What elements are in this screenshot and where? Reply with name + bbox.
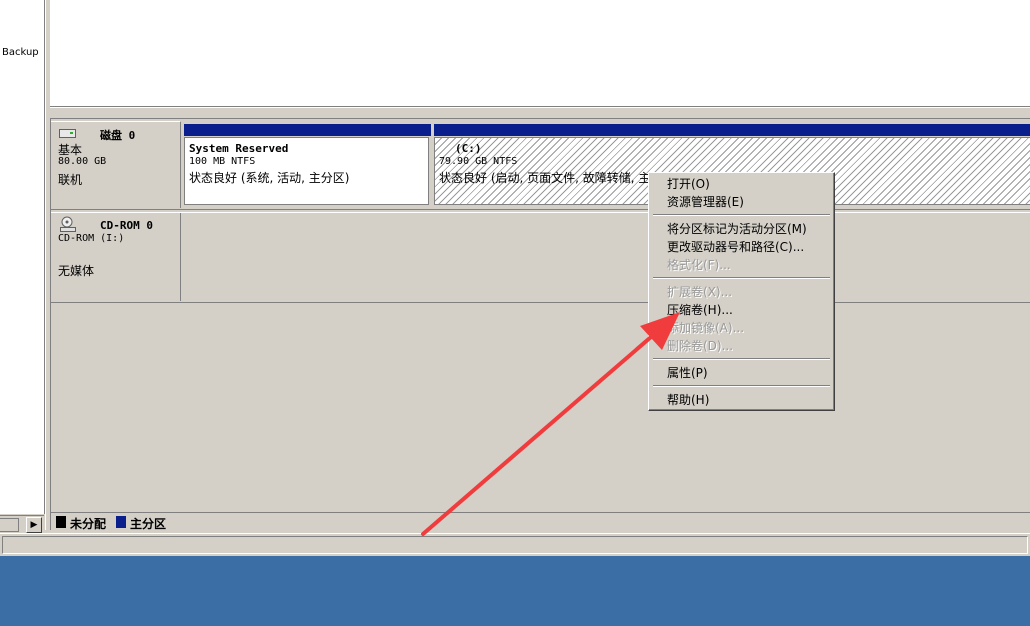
legend-unallocated-swatch xyxy=(56,516,66,528)
legend-primary-swatch xyxy=(116,516,126,528)
partition-status: 状态良好 (启动, 页面文件, 故障转储, 主分区) xyxy=(439,171,680,185)
partition-name: System Reserved xyxy=(189,142,289,155)
disk-0-label[interactable]: 磁盘 0 基本 80.00 GB 联机 xyxy=(51,121,181,208)
menu-item-delete-volume: 删除卷(D)... xyxy=(667,339,734,353)
menu-item-open[interactable]: 打开(O) xyxy=(667,176,710,193)
context-menu: 打开(O) 资源管理器(E) 将分区标记为活动分区(M) 更改驱动器号和路径(C… xyxy=(648,172,835,411)
cdrom-0-drive: CD-ROM (I:) xyxy=(58,233,125,244)
menu-separator xyxy=(653,277,830,279)
partition-status: 状态良好 (系统, 活动, 主分区) xyxy=(189,171,350,185)
cdrom-0-name: CD-ROM 0 xyxy=(100,219,153,232)
partition-fs: 79.90 GB NTFS xyxy=(439,156,518,167)
legend-unallocated-label: 未分配 xyxy=(70,517,107,531)
menu-item-extend-volume: 扩展卷(X)... xyxy=(667,285,733,299)
partition-system-reserved[interactable]: System Reserved 100 MB NTFS 状态良好 (系统, 活动… xyxy=(184,124,431,205)
menu-item-change-drive-letter[interactable]: 更改驱动器号和路径(C)... xyxy=(667,239,804,256)
tree-item-backup[interactable]: Backup xyxy=(2,47,39,58)
legend-bar: 未分配 主分区 xyxy=(51,512,1030,531)
partition-name: (C:) xyxy=(455,142,482,155)
hard-disk-icon xyxy=(59,129,76,138)
menu-item-format: 格式化(F)... xyxy=(667,258,731,272)
menu-item-mark-active[interactable]: 将分区标记为活动分区(M) xyxy=(667,221,807,238)
status-bar-panel xyxy=(2,536,1028,554)
console-tree: Backup xyxy=(0,0,45,514)
partition-header-bar xyxy=(434,124,1030,136)
pane-divider[interactable] xyxy=(50,107,1030,119)
disk-0-size: 80.00 GB xyxy=(58,156,107,167)
cdrom-0-media: 无媒体 xyxy=(58,264,95,278)
menu-item-add-mirror: 添加镜像(A)... xyxy=(667,321,745,335)
cdrom-icon xyxy=(60,216,76,232)
menu-separator xyxy=(653,358,830,360)
disk-0-name: 磁盘 0 xyxy=(100,129,136,142)
menu-item-properties[interactable]: 属性(P) xyxy=(667,365,708,382)
desktop-background xyxy=(0,556,1030,626)
cdrom-0-row xyxy=(51,212,1030,303)
disk-0-status: 联机 xyxy=(58,173,83,187)
menu-item-explore[interactable]: 资源管理器(E) xyxy=(667,194,744,211)
menu-separator xyxy=(653,214,830,216)
legend-primary-label: 主分区 xyxy=(130,517,167,531)
scroll-right-icon[interactable]: ▶ xyxy=(26,517,42,533)
partition-header-bar xyxy=(184,124,431,136)
menu-separator xyxy=(653,385,830,387)
tree-horizontal-scrollbar[interactable]: ▶ xyxy=(0,515,44,533)
menu-item-shrink-volume[interactable]: 压缩卷(H)... xyxy=(667,302,733,319)
partition-body[interactable]: System Reserved 100 MB NTFS 状态良好 (系统, 活动… xyxy=(184,137,429,205)
cdrom-0-label[interactable]: CD-ROM 0 CD-ROM (I:) 无媒体 xyxy=(51,213,181,301)
scrollbar-thumb[interactable] xyxy=(0,518,19,532)
status-bar xyxy=(0,533,1030,556)
menu-item-help[interactable]: 帮助(H) xyxy=(667,392,709,409)
partition-fs: 100 MB NTFS xyxy=(189,156,256,167)
volume-list-pane xyxy=(50,0,1030,107)
